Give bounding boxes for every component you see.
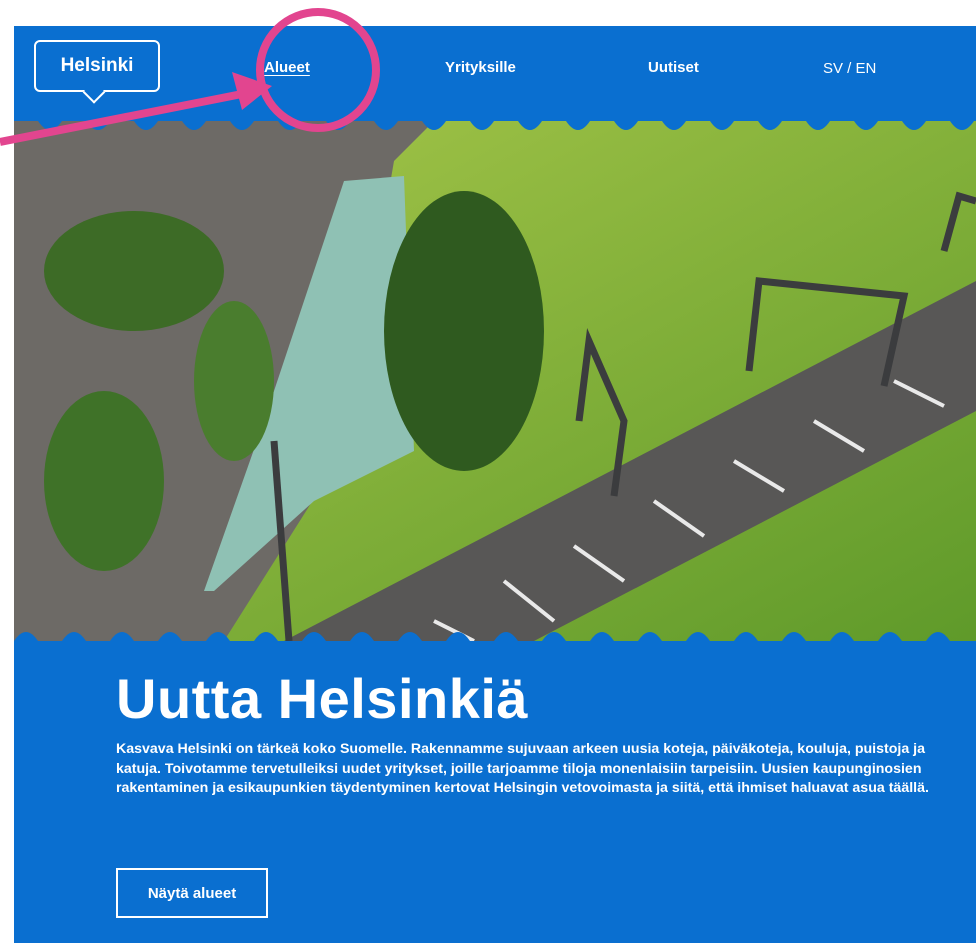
hero-photo-illustration <box>14 121 976 641</box>
language-switch[interactable]: SV / EN <box>823 60 876 77</box>
hero-description: Kasvava Helsinki on tärkeä koko Suomelle… <box>116 741 929 796</box>
show-areas-button[interactable]: Näytä alueet <box>116 868 268 918</box>
page-frame: Helsinki Alueet Yrityksille Uutiset SV /… <box>14 26 976 943</box>
nav-item-alueet[interactable]: Alueet <box>264 59 310 76</box>
hero-photo <box>14 121 976 641</box>
hero-title: Uutta Helsinkiä <box>116 667 529 730</box>
nav-item-yrityksille[interactable]: Yrityksille <box>445 59 516 76</box>
nav-item-uutiset[interactable]: Uutiset <box>648 59 699 76</box>
logo-text: Helsinki <box>60 55 134 76</box>
